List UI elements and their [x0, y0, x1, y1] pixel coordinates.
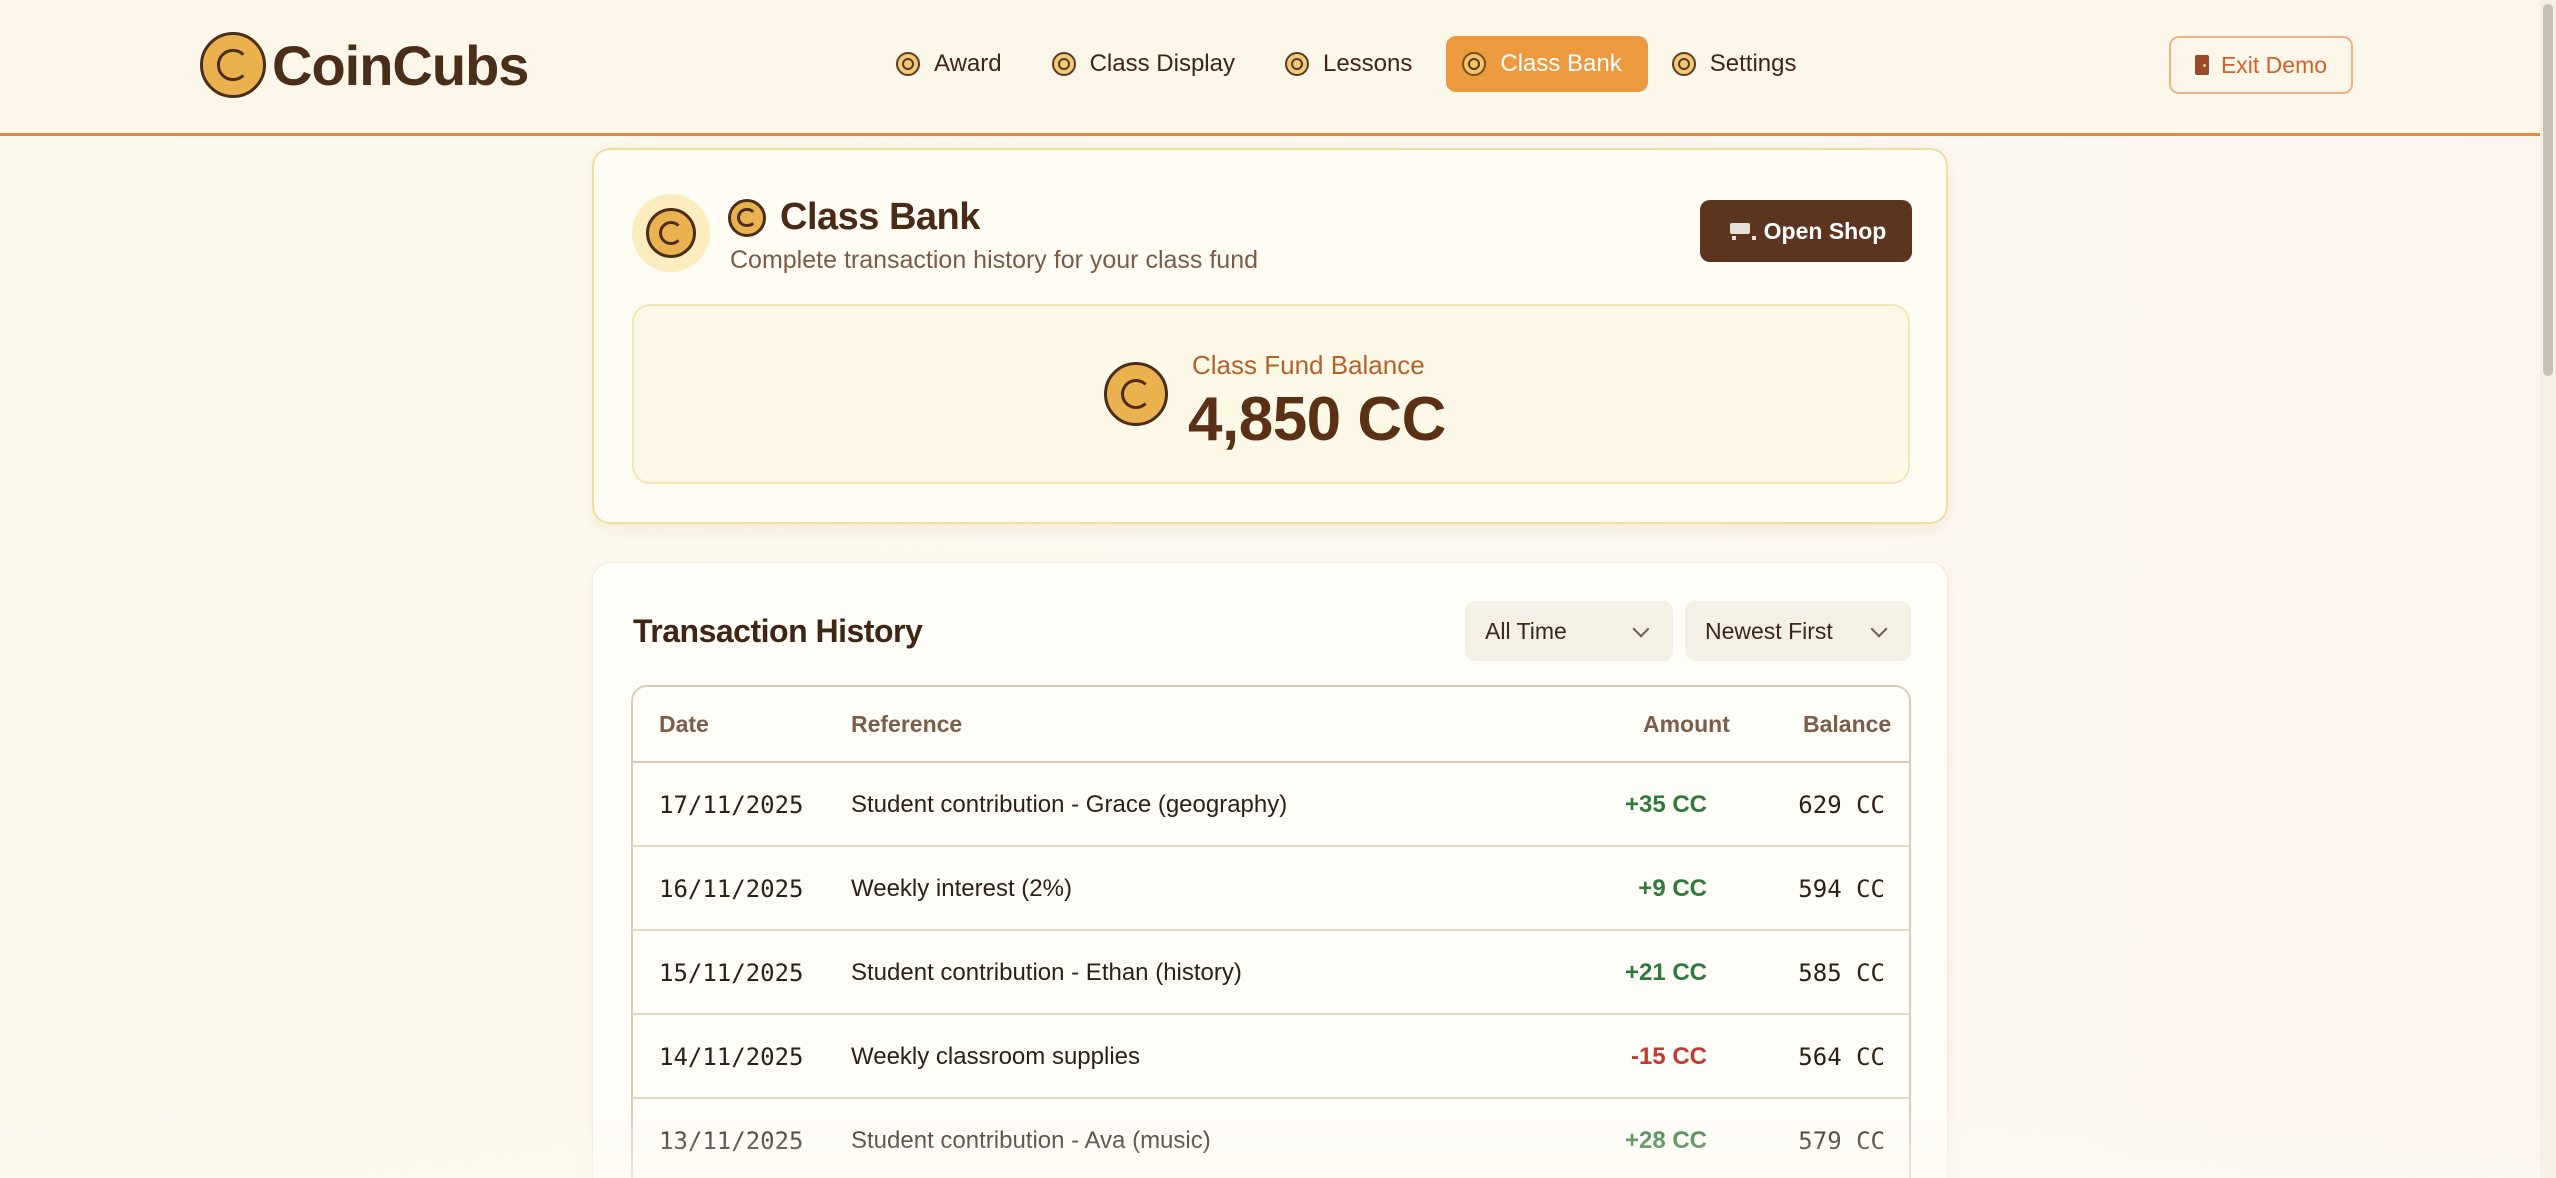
row-reference: Student contribution - Ava (music) — [851, 1127, 1211, 1154]
door-icon — [2194, 55, 2209, 75]
nav-item-lessons[interactable]: Lessons — [1269, 36, 1438, 92]
award-icon — [896, 52, 920, 76]
cart-icon — [1726, 221, 1756, 241]
table-row[interactable]: 15/11/2025 Student contribution - Ethan … — [633, 931, 1909, 1015]
transaction-history-title: Transaction History — [633, 613, 923, 649]
column-header-amount[interactable]: Amount — [1643, 711, 1730, 738]
column-header-date[interactable]: Date — [659, 711, 709, 738]
row-reference: Weekly interest (2%) — [851, 875, 1072, 902]
row-balance: 594 CC — [1798, 875, 1885, 903]
gear-icon — [1671, 52, 1696, 76]
page-subtitle: Complete transaction history for your cl… — [730, 246, 1259, 274]
bank-title-row: Class Bank — [728, 196, 980, 239]
coin-icon — [728, 198, 766, 237]
nav-item-class-bank[interactable]: Class Bank — [1446, 36, 1648, 92]
period-filter-value: All Time — [1485, 617, 1567, 644]
row-date: 14/11/2025 — [659, 1043, 804, 1071]
sort-order-select[interactable]: Newest First — [1685, 601, 1911, 661]
brand-logo[interactable]: CoinCubs — [200, 32, 529, 98]
row-amount: +28 CC — [1624, 1127, 1707, 1154]
table-header: Date Reference Amount Balance — [633, 687, 1909, 763]
coin-icon — [646, 208, 696, 258]
row-reference: Student contribution - Ethan (history) — [851, 959, 1242, 986]
scrollbar-thumb[interactable] — [2543, 4, 2553, 376]
table-row[interactable]: 16/11/2025 Weekly interest (2%) +9 CC 59… — [633, 847, 1909, 931]
nav-item-settings[interactable]: Settings — [1656, 36, 1823, 92]
row-date: 17/11/2025 — [659, 791, 804, 819]
row-date: 13/11/2025 — [659, 1127, 804, 1155]
bank-avatar — [632, 194, 710, 272]
sort-order-value: Newest First — [1705, 617, 1833, 644]
table-row[interactable]: 14/11/2025 Weekly classroom supplies -15… — [633, 1015, 1909, 1099]
top-nav-bar: CoinCubs Award Class Display Lessons Cla… — [0, 0, 2540, 136]
chevron-down-icon — [1632, 620, 1650, 638]
row-balance: 585 CC — [1798, 959, 1885, 987]
row-balance: 564 CC — [1798, 1043, 1885, 1071]
page-scrollbar[interactable] — [2540, 0, 2556, 1178]
column-header-reference[interactable]: Reference — [851, 711, 962, 738]
open-shop-label: Open Shop — [1763, 217, 1887, 244]
nav-item-class-display[interactable]: Class Display — [1036, 36, 1261, 92]
exit-demo-button[interactable]: Exit Demo — [2169, 36, 2353, 94]
nav-item-label: Settings — [1709, 50, 1797, 77]
balance-label: Class Fund Balance — [1192, 350, 1425, 380]
row-balance: 579 CC — [1798, 1127, 1885, 1155]
nav-item-label: Class Display — [1089, 50, 1235, 77]
transaction-history-card: Transaction History All Time Newest Firs… — [592, 562, 1948, 1178]
row-amount: +21 CC — [1624, 959, 1707, 986]
exit-demo-label: Exit Demo — [2220, 51, 2328, 78]
coin-icon — [1104, 362, 1168, 426]
period-filter-select[interactable]: All Time — [1465, 601, 1673, 661]
nav-item-label: Class Bank — [1500, 50, 1622, 77]
row-amount: -15 CC — [1630, 1043, 1707, 1070]
display-icon — [1051, 52, 1076, 76]
class-bank-card: Class Bank Complete transaction history … — [592, 148, 1948, 524]
nav-item-label: Award — [934, 50, 1002, 77]
table-row[interactable]: 17/11/2025 Student contribution - Grace … — [633, 763, 1909, 847]
row-amount: +35 CC — [1624, 791, 1707, 818]
transaction-table: Date Reference Amount Balance 17/11/2025… — [631, 685, 1911, 1178]
table-row[interactable]: 13/11/2025 Student contribution - Ava (m… — [633, 1099, 1909, 1178]
column-header-balance[interactable]: Balance — [1803, 711, 1891, 738]
row-reference: Weekly classroom supplies — [851, 1043, 1140, 1070]
coin-logo-icon — [200, 32, 266, 98]
row-balance: 629 CC — [1798, 791, 1885, 819]
nav-item-award[interactable]: Award — [880, 36, 1028, 92]
nav-item-label: Lessons — [1322, 50, 1413, 77]
bank-icon — [1462, 52, 1487, 76]
class-fund-balance-panel: Class Fund Balance 4,850 CC — [632, 304, 1910, 484]
row-reference: Student contribution - Grace (geography) — [851, 791, 1288, 818]
lessons-icon — [1284, 52, 1309, 76]
balance-value: 4,850 CC — [1188, 385, 1446, 454]
brand-name: CoinCubs — [272, 33, 529, 97]
main-nav: Award Class Display Lessons Class Bank S… — [880, 36, 1822, 92]
row-date: 15/11/2025 — [659, 959, 804, 987]
chevron-down-icon — [1870, 620, 1888, 638]
open-shop-button[interactable]: Open Shop — [1700, 200, 1912, 262]
page-title: Class Bank — [780, 196, 980, 238]
row-amount: +9 CC — [1638, 875, 1707, 902]
row-date: 16/11/2025 — [659, 875, 804, 903]
